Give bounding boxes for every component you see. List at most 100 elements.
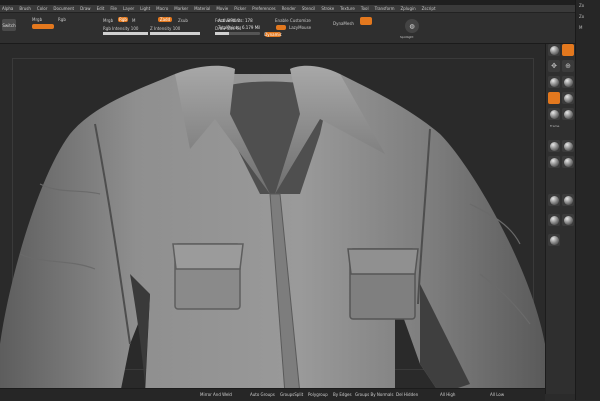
rotate-button[interactable] <box>548 156 560 168</box>
menu-item[interactable]: Preferences <box>252 6 276 11</box>
scale-button[interactable] <box>562 140 574 152</box>
enable-customize-label[interactable]: Enable Customize <box>275 18 311 23</box>
auto-groups-button[interactable]: Auto Groups <box>250 392 275 397</box>
right-panel: Zo Zo M <box>575 0 600 400</box>
menu-item[interactable]: Brush <box>19 6 31 11</box>
zadd-label: Zadd <box>159 17 171 22</box>
transp-button[interactable] <box>562 156 574 168</box>
zsub-button[interactable]: Zsub <box>178 18 188 23</box>
ghost-button[interactable] <box>548 234 560 246</box>
menu-item[interactable]: Layer <box>123 6 134 11</box>
zadd-button[interactable]: Zadd <box>158 17 172 22</box>
sphere-icon <box>549 77 559 87</box>
top-shelf: Switch Mrgb Rgb Mrgb Rgb M Rgb Intensity… <box>0 13 600 44</box>
scroll-button[interactable]: ✥ <box>548 60 560 72</box>
del-hidden-button[interactable]: Del Hidden <box>396 392 418 397</box>
dynamesh-label[interactable]: DynaMesh <box>333 21 354 26</box>
spotlight-button[interactable]: ◍ <box>405 19 419 33</box>
menu-item[interactable]: Material <box>194 6 210 11</box>
sphere-icon <box>563 93 573 103</box>
menu-bar: Alpha Brush Color Document Draw Edit Fil… <box>0 5 600 13</box>
by-edges-button[interactable]: By Edges <box>333 392 352 397</box>
bpr-button[interactable] <box>548 44 560 56</box>
z-intensity-slider[interactable] <box>150 32 200 35</box>
shirt-model[interactable] <box>0 44 545 394</box>
polygroup-button[interactable]: Polygroup <box>308 392 328 397</box>
menu-item[interactable]: Marker <box>174 6 188 11</box>
menu-item[interactable]: Draw <box>80 6 90 11</box>
right-panel-item[interactable]: Zo <box>579 14 584 19</box>
right-shelf: ✥ ⊕ Frame <box>545 44 576 394</box>
menu-item[interactable]: Tool <box>361 6 369 11</box>
spotlight-icon: ◍ <box>409 22 415 30</box>
rgb-intensity-slider[interactable] <box>103 32 148 35</box>
menu-item[interactable]: Document <box>53 6 74 11</box>
menu-item[interactable]: Macro <box>156 6 168 11</box>
spix-button[interactable] <box>562 44 574 56</box>
groupsplit-button[interactable]: GroupsSplit <box>280 392 303 397</box>
move-button[interactable] <box>548 140 560 152</box>
rgb-intensity-label: Rgb Intensity 100 <box>103 26 139 31</box>
lsym-button[interactable] <box>562 108 574 120</box>
menu-item[interactable]: Movie <box>216 6 228 11</box>
sphere-icon <box>549 215 559 225</box>
persp-button[interactable] <box>548 92 560 104</box>
menu-item[interactable]: Transform <box>375 6 395 11</box>
pocket-flap-right <box>347 248 419 275</box>
right-panel-item[interactable]: M <box>579 25 582 30</box>
all-low-button[interactable]: All Low <box>490 392 504 397</box>
sphere-icon <box>549 45 559 55</box>
switch-label: Switch <box>2 22 16 28</box>
switch-button[interactable]: Switch <box>2 19 16 31</box>
menu-item[interactable]: Picker <box>234 6 246 11</box>
zoom-button[interactable]: ⊕ <box>562 60 574 72</box>
color-swatch[interactable] <box>32 24 54 29</box>
menu-item[interactable]: Texture <box>340 6 355 11</box>
sphere-icon <box>563 195 573 205</box>
menu-item[interactable]: Light <box>140 6 150 11</box>
menu-item[interactable]: Render <box>282 6 296 11</box>
menu-item[interactable]: Color <box>37 6 47 11</box>
groups-by-normals-button[interactable]: Groups By Normals <box>355 392 393 397</box>
local-button[interactable] <box>548 108 560 120</box>
frame-label: Frame <box>550 124 560 128</box>
sphere-icon <box>563 141 573 151</box>
document-canvas[interactable] <box>0 44 545 394</box>
draw-size-slider[interactable] <box>215 32 260 35</box>
rgb-toggle[interactable]: Rgb <box>118 17 128 22</box>
rgb-toggle-label: Rgb <box>119 17 127 22</box>
sphere-icon <box>549 157 559 167</box>
sphere-icon <box>549 141 559 151</box>
menu-item[interactable]: Alpha <box>2 6 13 11</box>
menu-item[interactable]: Zplugin <box>401 6 416 11</box>
sphere-icon <box>563 109 573 119</box>
menu-item[interactable]: Stencil <box>302 6 316 11</box>
floor-button[interactable] <box>562 92 574 104</box>
all-high-button[interactable]: All High <box>440 392 455 397</box>
transparency-button[interactable] <box>562 214 574 226</box>
rgb-button[interactable]: Rgb <box>58 17 66 22</box>
z-intensity-label: Z Intensity 100 <box>150 26 181 31</box>
sphere-icon <box>563 215 573 225</box>
sphere-icon <box>563 157 573 167</box>
active-points-label: ActivePoints: 178 <box>218 18 253 23</box>
menu-item[interactable]: Edit <box>97 6 105 11</box>
sphere-icon <box>549 235 559 245</box>
dynamesh-button[interactable] <box>360 17 372 25</box>
lazymouse-toggle[interactable] <box>276 25 286 30</box>
aahalf-button[interactable] <box>562 76 574 88</box>
mrgb-button[interactable]: Mrgb <box>32 17 42 22</box>
menu-item[interactable]: Zscript <box>422 6 436 11</box>
menu-item[interactable]: Stroke <box>321 6 334 11</box>
xpose-button[interactable] <box>562 194 574 206</box>
polyframe-button[interactable] <box>548 214 560 226</box>
right-panel-item[interactable]: Zo <box>579 3 584 8</box>
solo-button[interactable] <box>548 194 560 206</box>
dynamic-button[interactable]: Dynamic <box>264 32 282 37</box>
scroll-icon: ✥ <box>551 62 557 70</box>
lazymouse-label: LazyMouse <box>289 25 312 30</box>
actual-button[interactable] <box>548 76 560 88</box>
menu-item[interactable]: File <box>110 6 117 11</box>
m-toggle[interactable]: M <box>132 18 135 23</box>
mirror-weld-button[interactable]: Mirror And Weld <box>200 392 232 397</box>
